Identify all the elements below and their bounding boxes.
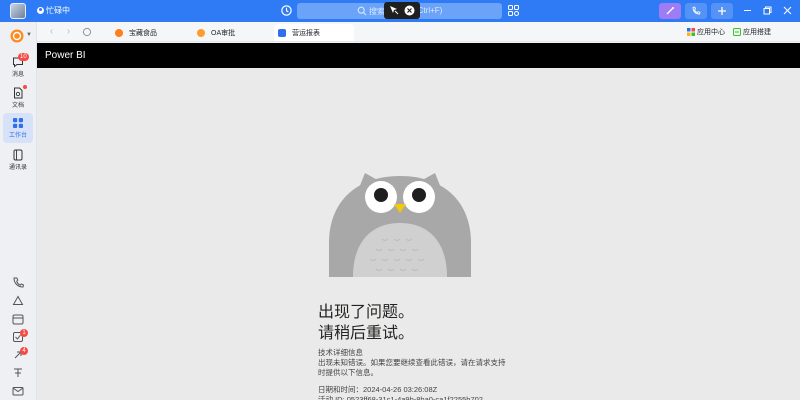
magic-wand-icon — [666, 7, 674, 15]
rail-item-contacts[interactable]: 通讯录 — [3, 145, 33, 175]
status-icon — [37, 7, 44, 14]
error-owl-illustration — [329, 173, 471, 277]
avatar[interactable] — [10, 3, 26, 19]
powerbi-title: Power BI — [45, 50, 86, 61]
error-description-line2: 时提供以下信息。 — [318, 368, 378, 377]
tree-icon[interactable] — [11, 366, 25, 380]
title-bar: 忙碌中 搜索 (Ctrl+F) — [0, 0, 800, 22]
user-status[interactable]: 忙碌中 — [46, 5, 70, 16]
chevron-down-icon[interactable]: ▼ — [26, 32, 32, 38]
phone-icon — [692, 6, 701, 15]
cursor-icon[interactable] — [389, 5, 399, 15]
report-content: 出现了问题。 请稍后重试。 技术详细信息 出现未知错误。如果您要继续查看此错误，… — [37, 68, 800, 400]
refresh-icon[interactable] — [82, 27, 92, 37]
error-heading-line1: 出现了问题。 — [318, 302, 415, 321]
apps-grid-icon[interactable] — [508, 5, 519, 16]
tab-operations-report[interactable]: 营运报表 — [274, 24, 354, 41]
close-circle-icon[interactable] — [404, 5, 415, 16]
error-message: 出现了问题。 请稍后重试。 技术详细信息 出现未知错误。如果您要继续查看此错误，… — [318, 301, 618, 400]
restore-button[interactable] — [761, 4, 773, 16]
app-center-label: 应用中心 — [697, 29, 725, 36]
activity-id: 活动 ID: 0523ff68-31c1-4a9b-8ba0-ca1f2255b… — [318, 395, 483, 400]
tab-label: OA审批 — [211, 29, 236, 37]
close-window-button[interactable] — [781, 4, 793, 16]
minimize-button[interactable] — [741, 4, 753, 16]
search-icon — [357, 6, 367, 16]
error-heading-line2: 请稍后重试。 — [318, 323, 415, 342]
minimize-icon — [743, 9, 751, 11]
screen-capture-toolbar — [384, 2, 420, 19]
tab-label: 宝藏食品 — [129, 29, 157, 37]
app-build-icon — [733, 28, 741, 36]
powerbi-header: Power BI — [37, 43, 800, 68]
task-badge: 1 — [20, 329, 28, 337]
phone-icon[interactable] — [11, 276, 25, 290]
contacts-icon — [13, 149, 23, 161]
workspace-logo-icon[interactable] — [10, 29, 24, 43]
rail-label-messages: 消息 — [11, 72, 24, 78]
restore-icon — [763, 6, 771, 14]
document-icon — [14, 87, 23, 99]
rail-item-docs[interactable]: 文档 — [3, 83, 33, 113]
rail-item-messages[interactable]: 消息 10 — [3, 52, 33, 82]
app-center-button[interactable]: 应用中心 — [687, 27, 725, 37]
tab-label: 营运报表 — [292, 29, 320, 37]
cloud-icon[interactable] — [11, 294, 25, 308]
error-timestamp: 日期和时间：2024-04-26 03:26:08Z — [318, 385, 438, 394]
app-build-label: 应用搭建 — [743, 29, 771, 36]
close-icon — [783, 6, 791, 14]
rail-item-workbench[interactable]: 工作台 — [3, 113, 33, 143]
rail-label-contacts: 通讯录 — [8, 165, 27, 171]
workbench-grid-icon — [13, 118, 23, 128]
mail-icon[interactable] — [11, 384, 25, 398]
tab-bar: ‹ › 宝藏食品 OA审批 营运报表 应用中心 应用搭建 — [37, 22, 800, 42]
call-button[interactable] — [685, 3, 707, 19]
approval-badge: 4 — [20, 347, 28, 355]
search-placeholder: 搜索 — [369, 7, 385, 16]
rail-label-docs: 文档 — [11, 103, 24, 109]
report-icon — [278, 28, 286, 37]
notification-dot — [23, 85, 27, 89]
app-build-button[interactable]: 应用搭建 — [733, 27, 771, 37]
tab-baozang-food[interactable]: 宝藏食品 — [111, 24, 191, 41]
food-icon — [115, 28, 123, 37]
technical-details-title: 技术详细信息 — [318, 348, 363, 357]
plus-icon — [718, 7, 726, 15]
calendar-icon[interactable] — [11, 312, 25, 326]
forward-button[interactable]: › — [63, 26, 74, 37]
history-icon[interactable] — [280, 4, 293, 17]
unread-badge: 10 — [18, 53, 29, 61]
tab-oa-approval[interactable]: OA审批 — [193, 24, 273, 41]
ai-assistant-button[interactable] — [659, 3, 681, 19]
oa-icon — [197, 28, 205, 37]
error-description-line1: 出现未知错误。如果您要继续查看此错误，请在请求支持 — [318, 358, 506, 367]
add-button[interactable] — [711, 3, 733, 19]
left-navigation-rail: ▼ 消息 10 文档 工作台 通讯录 1 4 — [0, 22, 37, 400]
rail-label-workbench: 工作台 — [8, 133, 27, 139]
app-center-icon — [687, 28, 695, 36]
back-button[interactable]: ‹ — [46, 26, 57, 37]
